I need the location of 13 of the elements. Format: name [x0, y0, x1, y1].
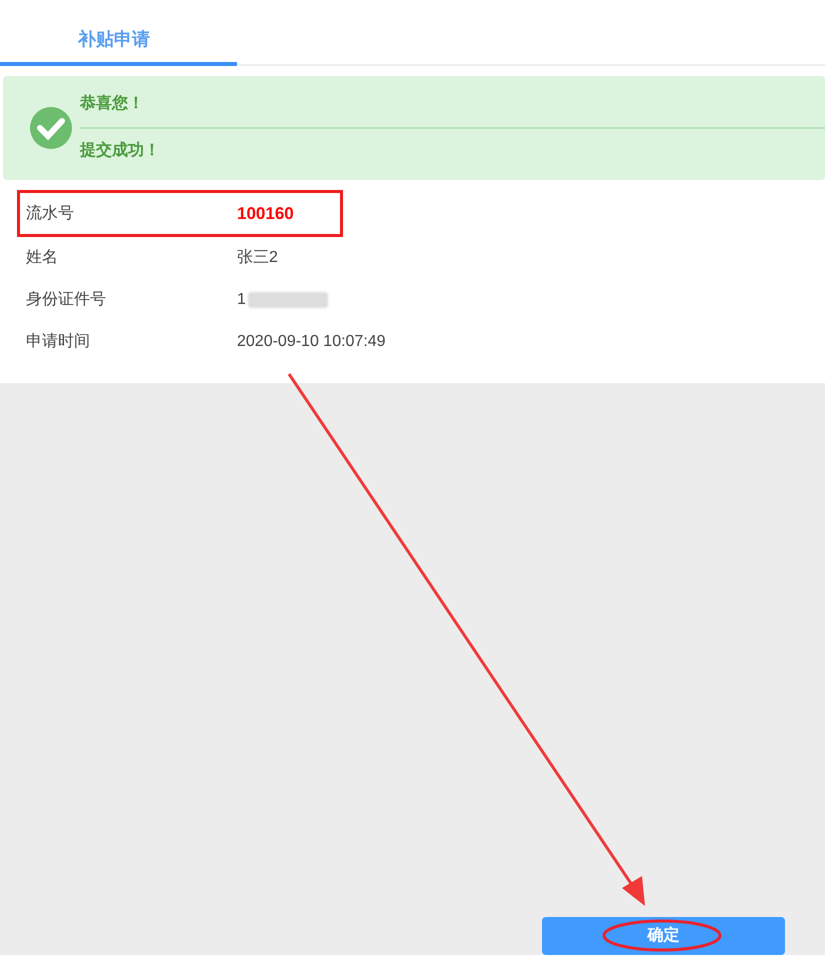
check-circle-icon	[29, 106, 73, 150]
field-value: 2020-09-10 10:07:49	[237, 333, 386, 350]
field-label: 身份证件号	[25, 290, 107, 310]
field-value: 100160	[237, 204, 294, 222]
field-label: 申请时间	[25, 332, 91, 352]
field-label: 姓名	[25, 248, 59, 268]
alert-title: 恭喜您！	[80, 94, 145, 114]
field-label: 流水号	[25, 204, 75, 224]
field-value: 张三2	[237, 249, 278, 266]
field-value: 1	[237, 291, 246, 308]
confirm-button[interactable]: 确定	[542, 917, 785, 955]
tab[interactable]: 补贴申请	[0, 0, 237, 66]
alert-message: 提交成功！	[80, 140, 161, 161]
